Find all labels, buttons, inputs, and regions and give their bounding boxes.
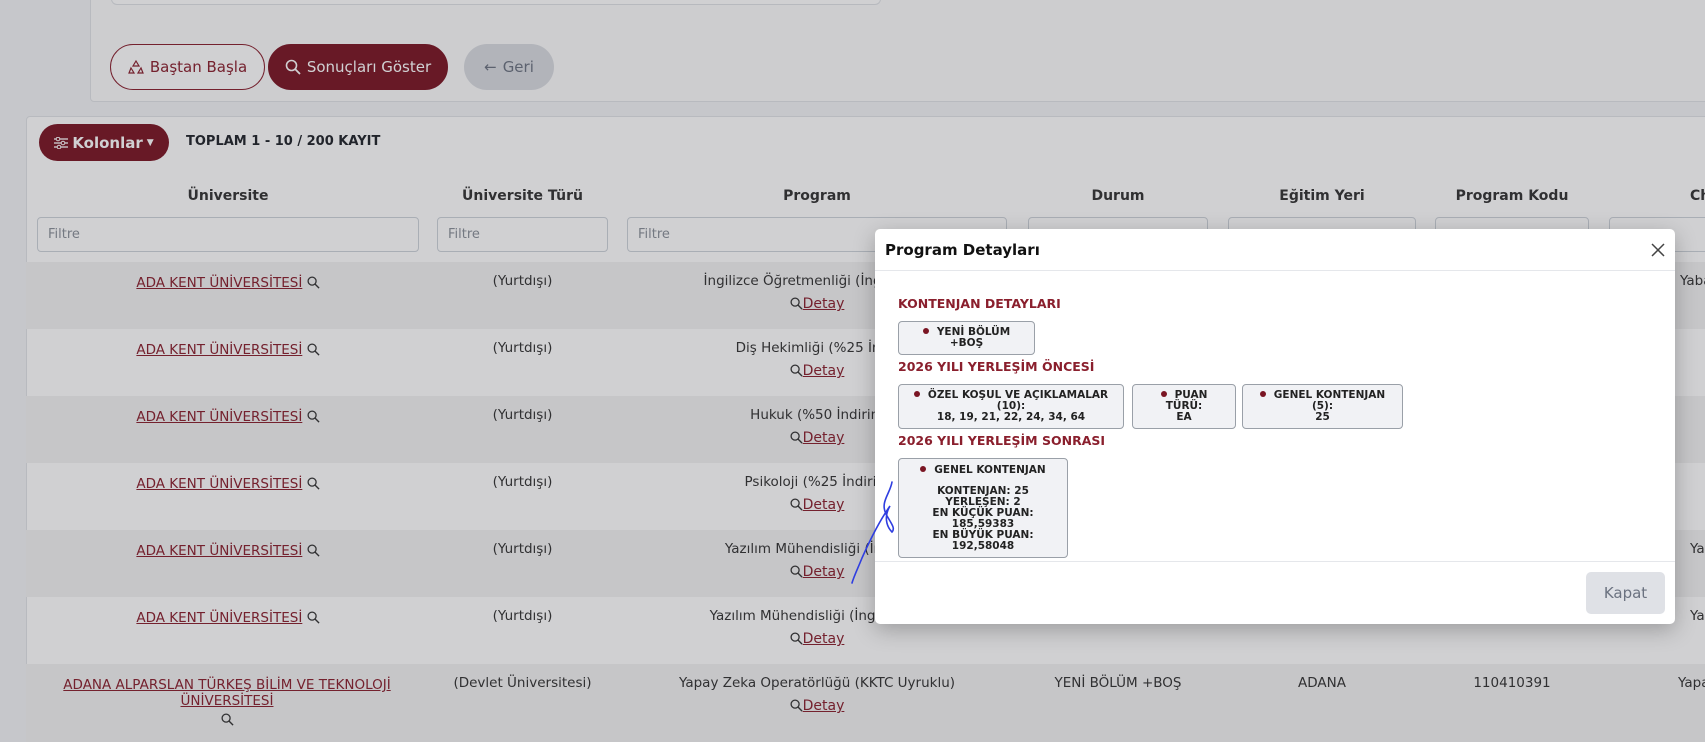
quota-badge: YENİ BÖLÜM +BOŞ <box>898 321 1035 355</box>
special-conditions-badge: ÖZEL KOŞUL VE AÇIKLAMALAR (10): 18, 19, 2… <box>898 384 1124 429</box>
score-type-badge: PUAN TÜRÜ: EA <box>1132 384 1236 429</box>
general-quota-result-badge: GENEL KONTENJAN KONTENJAN: 25 YERLEŞEN: … <box>898 458 1068 558</box>
bullet-icon <box>920 466 927 472</box>
modal-header: Program Detayları <box>875 229 1675 271</box>
program-details-modal: Program Detayları KONTENJAN DETAYLARI YE… <box>875 229 1675 624</box>
bullet-icon <box>922 328 929 334</box>
bullet-icon <box>913 391 920 397</box>
close-icon[interactable] <box>1647 239 1669 261</box>
bullet-icon <box>1160 391 1167 397</box>
bullet-icon <box>1259 391 1266 397</box>
modal-footer: Kapat <box>875 561 1675 624</box>
after-placement-title: 2026 YILI YERLEŞİM SONRASI <box>898 433 1106 448</box>
before-placement-title: 2026 YILI YERLEŞİM ÖNCESİ <box>898 359 1095 374</box>
general-quota-badge: GENEL KONTENJAN (5): 25 <box>1242 384 1403 429</box>
quota-details-title: KONTENJAN DETAYLARI <box>898 296 1061 311</box>
close-button[interactable]: Kapat <box>1586 572 1665 614</box>
modal-title: Program Detayları <box>885 241 1040 259</box>
